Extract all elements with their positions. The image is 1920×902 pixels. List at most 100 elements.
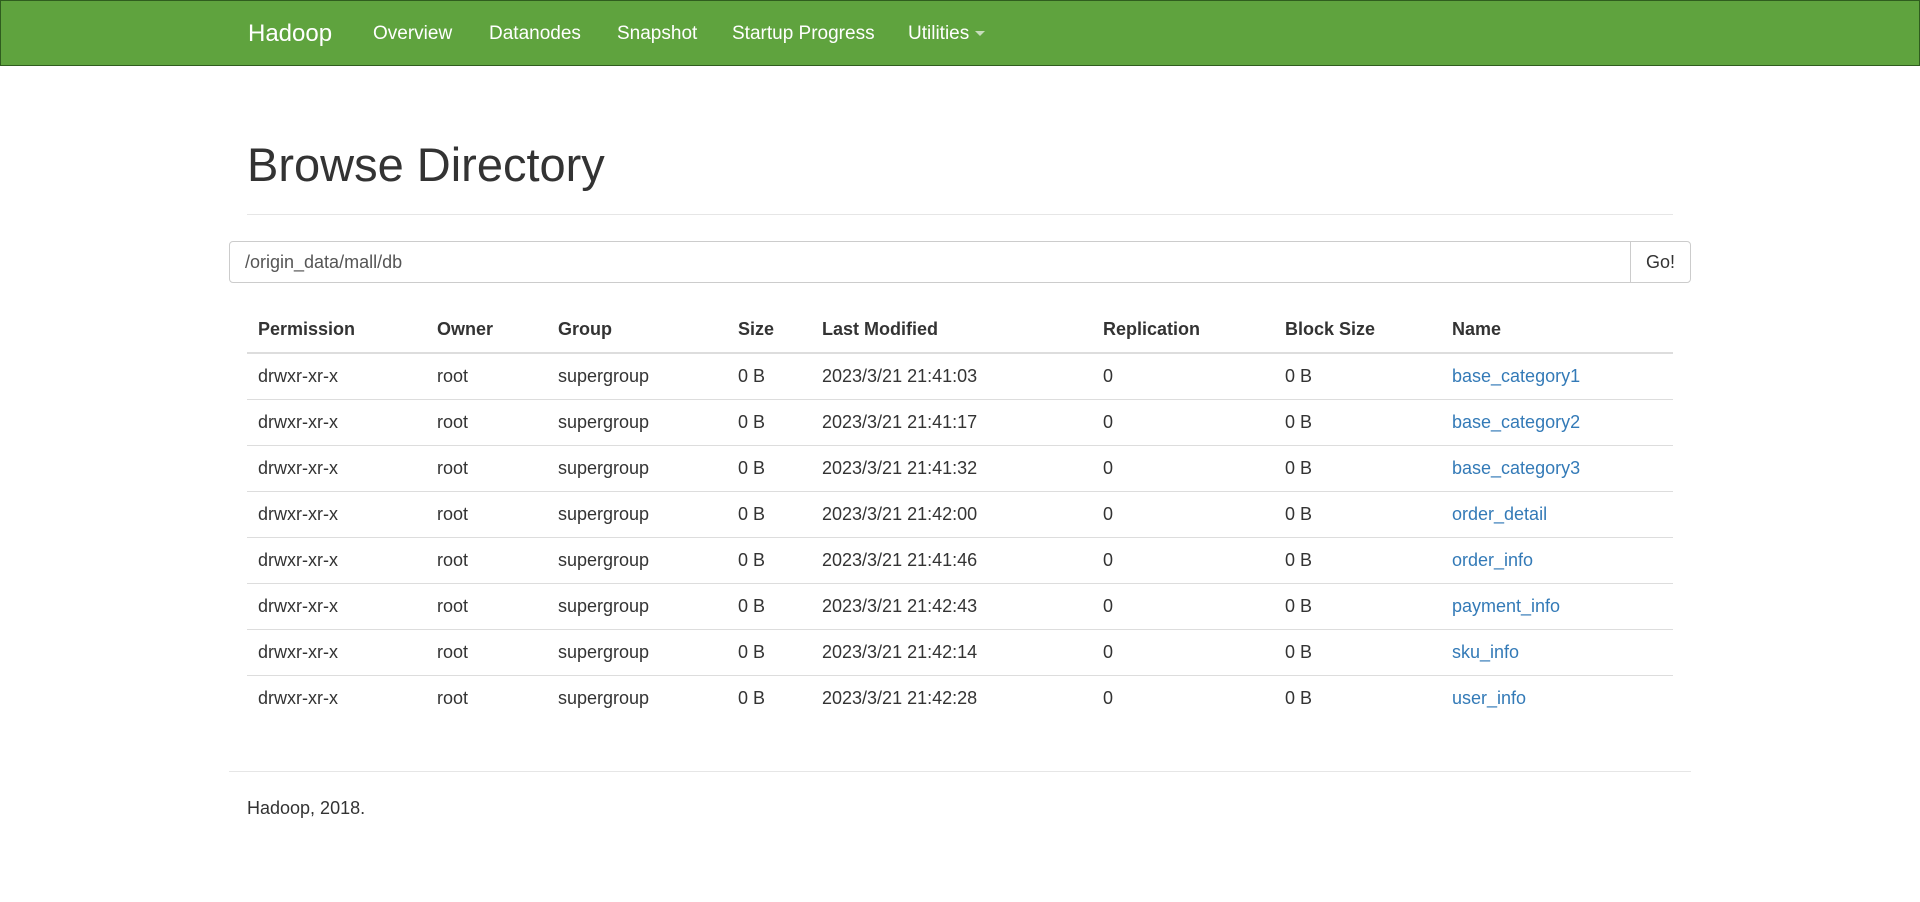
brand-logo[interactable]: Hadoop	[248, 20, 332, 48]
table-row: drwxr-xr-x root supergroup 0 B 2023/3/21…	[247, 583, 1673, 630]
table-header-row: Permission Owner Group Size Last Modifie…	[247, 307, 1673, 354]
cell-replication: 0	[1092, 445, 1274, 492]
cell-last-modified: 2023/3/21 21:42:43	[811, 583, 1092, 630]
table-row: drwxr-xr-x root supergroup 0 B 2023/3/21…	[247, 399, 1673, 446]
nav-utilities-dropdown[interactable]: Utilities	[908, 23, 986, 45]
cell-block-size: 0 B	[1274, 445, 1441, 492]
cell-block-size: 0 B	[1274, 491, 1441, 538]
cell-last-modified: 2023/3/21 21:42:28	[822, 687, 978, 708]
directory-link[interactable]: base_category1	[1452, 366, 1580, 386]
cell-block-size: 0 B	[1285, 687, 1313, 708]
page-title: Browse Directory	[247, 138, 605, 191]
nav-snapshot[interactable]: Snapshot	[617, 23, 697, 45]
directory-listing-table: Permission Owner Group Size Last Modifie…	[247, 307, 1673, 721]
cell-owner: root	[426, 399, 547, 446]
nav-utilities-label: Utilities	[908, 23, 970, 44]
directory-link[interactable]: user_info	[1452, 688, 1526, 708]
footer-divider	[229, 771, 1691, 772]
cell-owner: root	[437, 687, 469, 708]
directory-link[interactable]: sku_info	[1452, 642, 1519, 662]
cell-permission: drwxr-xr-x	[247, 583, 426, 630]
column-header-permission[interactable]: Permission	[247, 307, 426, 354]
column-header-last-modified[interactable]: Last Modified	[811, 307, 1092, 354]
cell-replication: 0	[1092, 537, 1274, 584]
top-navbar: Hadoop Overview Datanodes Snapshot Start…	[0, 0, 1920, 66]
cell-group: supergroup	[547, 399, 727, 446]
cell-block-size: 0 B	[1274, 399, 1441, 446]
directory-link[interactable]: base_category2	[1452, 412, 1580, 432]
cell-block-size: 0 B	[1274, 583, 1441, 630]
go-button[interactable]: Go!	[1630, 242, 1690, 282]
nav-datanodes[interactable]: Datanodes	[489, 23, 581, 45]
cell-owner: root	[426, 583, 547, 630]
directory-link[interactable]: base_category3	[1452, 458, 1580, 478]
column-header-owner[interactable]: Owner	[426, 307, 547, 354]
directory-link[interactable]: order_detail	[1452, 504, 1547, 524]
cell-owner: root	[426, 537, 547, 584]
cell-size: 0 B	[727, 353, 811, 400]
cell-group: supergroup	[558, 687, 650, 708]
cell-name: user_info	[1441, 675, 1673, 721]
table-row: drwxr-xr-x root supergroup 0 B 2023/3/21…	[247, 491, 1673, 538]
cell-block-size: 0 B	[1274, 537, 1441, 584]
cell-group: supergroup	[547, 629, 727, 676]
cell-replication: 0	[1092, 583, 1274, 630]
cell-name: base_category2	[1441, 399, 1673, 446]
cell-last-modified: 2023/3/21 21:42:14	[811, 629, 1092, 676]
title-divider	[247, 214, 1673, 215]
column-header-name[interactable]: Name	[1441, 307, 1673, 354]
cell-owner: root	[426, 445, 547, 492]
table-row: drwxr-xr-x root supergroup 0 B 2023/3/21…	[247, 353, 1673, 400]
cell-block-size: 0 B	[1274, 629, 1441, 676]
cell-size: 0 B	[727, 491, 811, 538]
cell-permission: drwxr-xr-x	[247, 399, 426, 446]
column-header-replication[interactable]: Replication	[1092, 307, 1274, 354]
cell-replication: 0	[1103, 687, 1114, 708]
directory-path-input[interactable]	[230, 242, 1631, 282]
nav-overview[interactable]: Overview	[373, 23, 452, 45]
cell-owner: root	[426, 491, 547, 538]
footer-copyright: Hadoop, 2018.	[247, 798, 366, 818]
cell-replication: 0	[1092, 399, 1274, 446]
cell-name: base_category3	[1441, 445, 1673, 492]
table-row: drwxr-xr-x root supergroup 0 B 2023/3/21…	[247, 629, 1673, 676]
cell-name: payment_info	[1441, 583, 1673, 630]
column-header-group[interactable]: Group	[547, 307, 727, 354]
cell-block-size: 0 B	[1274, 353, 1441, 400]
directory-link[interactable]: order_info	[1452, 550, 1533, 570]
cell-size: 0 B	[727, 537, 811, 584]
cell-group: supergroup	[547, 583, 727, 630]
cell-last-modified: 2023/3/21 21:41:32	[811, 445, 1092, 492]
cell-group: supergroup	[547, 491, 727, 538]
cell-permission: drwxr-xr-x	[247, 537, 426, 584]
cell-last-modified: 2023/3/21 21:41:17	[811, 399, 1092, 446]
cell-permission: drwxr-xr-x	[258, 687, 338, 708]
table-row: drwxr-xr-x root supergroup 0 B 2023/3/21…	[247, 537, 1673, 584]
cell-size: 0 B	[727, 583, 811, 630]
cell-group: supergroup	[547, 353, 727, 400]
cell-permission: drwxr-xr-x	[247, 445, 426, 492]
column-header-size[interactable]: Size	[727, 307, 811, 354]
directory-link[interactable]: payment_info	[1452, 596, 1560, 616]
cell-replication: 0	[1092, 629, 1274, 676]
cell-permission: drwxr-xr-x	[247, 353, 426, 400]
table-row: drwxr-xr-x root supergroup 0 B 2023/3/21…	[247, 445, 1673, 492]
cell-owner: root	[426, 353, 547, 400]
nav-startup-progress[interactable]: Startup Progress	[732, 23, 875, 45]
cell-permission: drwxr-xr-x	[247, 491, 426, 538]
path-input-group: Go!	[229, 241, 1691, 283]
cell-last-modified: 2023/3/21 21:41:46	[811, 537, 1092, 584]
cell-group: supergroup	[547, 537, 727, 584]
cell-size: 0 B	[727, 629, 811, 676]
cell-last-modified: 2023/3/21 21:41:03	[811, 353, 1092, 400]
column-header-block-size[interactable]: Block Size	[1274, 307, 1441, 354]
cell-permission: drwxr-xr-x	[247, 629, 426, 676]
cell-last-modified: 2023/3/21 21:42:00	[811, 491, 1092, 538]
cell-name: order_info	[1441, 537, 1673, 584]
cell-size: 0 B	[727, 399, 811, 446]
cell-name: base_category1	[1441, 353, 1673, 400]
directory-table-container: Permission Owner Group Size Last Modifie…	[247, 307, 1673, 721]
cell-name: sku_info	[1441, 629, 1673, 676]
cell-owner: root	[426, 629, 547, 676]
cell-replication: 0	[1092, 491, 1274, 538]
